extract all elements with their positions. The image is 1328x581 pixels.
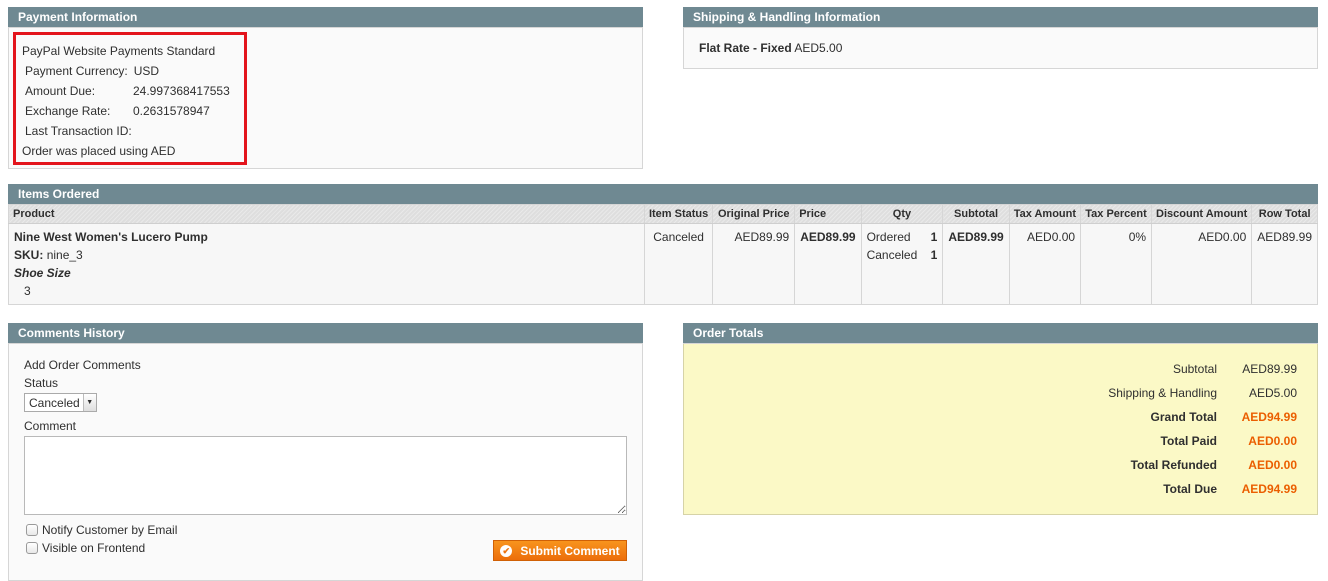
- visible-frontend-label[interactable]: Visible on Frontend: [42, 539, 145, 557]
- amount-due-label: Amount Due:: [25, 84, 96, 98]
- amount-due-value: 24.997368417553: [133, 84, 230, 98]
- col-tax-amount: Tax Amount: [1009, 205, 1082, 224]
- total-paid-label: Total Paid: [1160, 434, 1217, 448]
- shipping-method: Flat Rate - Fixed: [699, 41, 792, 55]
- payment-method: PayPal Website Payments Standard: [22, 44, 216, 58]
- payment-currency-row: Payment Currency: USD: [22, 61, 244, 81]
- qty-canceled: Canceled 1: [867, 246, 938, 264]
- payment-currency-label: Payment Currency:: [25, 64, 128, 78]
- total-due-value: AED94.99: [1241, 482, 1297, 496]
- exchange-rate-label: Exchange Rate:: [25, 104, 111, 118]
- submit-comment-button[interactable]: ✔ Submit Comment: [493, 540, 627, 561]
- comments-history-body: Add Order Comments Status Canceled ▼ Com…: [8, 344, 643, 581]
- submit-comment-label: Submit Comment: [520, 543, 620, 558]
- grand-total-value: AED94.99: [1241, 410, 1297, 424]
- row-total: AED89.99: [1257, 229, 1312, 244]
- payment-currency-value: USD: [133, 64, 160, 78]
- discount-amount: AED0.00: [1151, 223, 1253, 304]
- col-price: Price: [794, 205, 862, 224]
- checkmark-icon: ✔: [500, 544, 513, 557]
- totals-row-grand-total: Grand Total AED94.99: [684, 405, 1317, 429]
- col-subtotal: Subtotal: [942, 205, 1010, 224]
- comments-history-title: Comments History: [8, 323, 643, 344]
- original-price: AED89.99: [712, 223, 796, 304]
- qty-ordered-value: 1: [930, 229, 938, 244]
- order-totals-body: Subtotal AED89.99 Shipping & Handling AE…: [683, 344, 1318, 515]
- exchange-rate-value: 0.2631578947: [133, 104, 210, 118]
- totals-row-shipping: Shipping & Handling AED5.00: [684, 381, 1317, 405]
- total-refunded-label: Total Refunded: [1130, 458, 1217, 472]
- total-refunded-value: AED0.00: [1248, 458, 1297, 472]
- items-table-header: Product Item Status Original Price Price…: [8, 205, 1318, 224]
- shipping-information-title: Shipping & Handling Information: [683, 7, 1318, 28]
- subtotal: AED89.99: [942, 223, 1010, 304]
- qty-cell: Ordered 1 Canceled 1: [861, 223, 944, 304]
- payment-highlight-box: PayPal Website Payments Standard Payment…: [13, 32, 247, 165]
- grand-total-label: Grand Total: [1150, 410, 1217, 424]
- col-original-price: Original Price: [712, 205, 796, 224]
- shipping-value: AED5.00: [1248, 386, 1297, 400]
- total-paid-value: AED0.00: [1248, 434, 1297, 448]
- items-table: Product Item Status Original Price Price…: [8, 205, 1318, 305]
- comment-textarea[interactable]: [24, 436, 627, 515]
- product-name: Nine West Women's Lucero Pump: [14, 229, 208, 244]
- option-label: Shoe Size: [14, 265, 71, 280]
- payment-information-body: PayPal Website Payments Standard Payment…: [8, 28, 643, 169]
- status-label: Status: [24, 376, 59, 390]
- totals-row-subtotal: Subtotal AED89.99: [684, 357, 1317, 381]
- last-transaction-label: Last Transaction ID:: [25, 124, 132, 138]
- totals-row-total-paid: Total Paid AED0.00: [684, 429, 1317, 453]
- tax-percent: 0%: [1080, 223, 1153, 304]
- table-row: Nine West Women's Lucero Pump SKU: nine_…: [8, 223, 1318, 304]
- qty-ordered-label: Ordered: [866, 229, 911, 244]
- amount-due-row: Amount Due: 24.997368417553: [22, 81, 244, 101]
- status-select[interactable]: Canceled ▼: [24, 393, 97, 412]
- product-sku: SKU: nine_3: [14, 246, 639, 264]
- notify-customer-label[interactable]: Notify Customer by Email: [42, 521, 177, 539]
- sku-label: SKU:: [14, 247, 44, 262]
- col-tax-percent: Tax Percent: [1080, 205, 1153, 224]
- option-value: 3: [24, 283, 31, 298]
- total-due-label: Total Due: [1163, 482, 1217, 496]
- sku-value: nine_3: [46, 247, 83, 262]
- status-select-value: Canceled: [29, 395, 80, 410]
- order-currency-note: Order was placed using AED: [22, 144, 176, 158]
- product-cell: Nine West Women's Lucero Pump SKU: nine_…: [8, 223, 645, 304]
- subtotal-label: Subtotal: [1172, 362, 1217, 376]
- add-order-comments-label: Add Order Comments: [24, 358, 141, 372]
- last-transaction-row: Last Transaction ID:: [22, 121, 244, 141]
- price: AED89.99: [794, 223, 862, 304]
- item-status: Canceled: [644, 223, 714, 304]
- payment-information-panel: Payment Information PayPal Website Payme…: [8, 7, 643, 169]
- shipping-amount: AED5.00: [794, 41, 843, 55]
- tax-amount: AED0.00: [1009, 223, 1082, 304]
- col-discount-amount: Discount Amount: [1151, 205, 1253, 224]
- qty-ordered: Ordered 1: [867, 228, 938, 246]
- shipping-label: Shipping & Handling: [1108, 386, 1217, 400]
- col-item-status: Item Status: [644, 205, 714, 224]
- col-qty: Qty: [861, 205, 944, 224]
- subtotal-value: AED89.99: [1242, 362, 1297, 376]
- comments-history-panel: Comments History Add Order Comments Stat…: [8, 323, 643, 581]
- visible-frontend-checkbox[interactable]: [26, 542, 38, 554]
- qty-canceled-label: Canceled: [866, 247, 918, 262]
- comment-label: Comment: [24, 419, 77, 433]
- items-ordered-panel: Items Ordered Product Item Status Origin…: [8, 184, 1318, 305]
- order-totals-panel: Order Totals Subtotal AED89.99 Shipping …: [683, 323, 1318, 515]
- chevron-down-icon: ▼: [82, 394, 96, 411]
- totals-row-total-refunded: Total Refunded AED0.00: [684, 453, 1317, 477]
- qty-canceled-value: 1: [930, 247, 938, 262]
- col-product: Product: [8, 205, 645, 224]
- payment-information-title: Payment Information: [8, 7, 643, 28]
- items-ordered-title: Items Ordered: [8, 184, 1318, 205]
- notify-customer-checkbox[interactable]: [26, 524, 38, 536]
- shipping-information-panel: Shipping & Handling Information Flat Rat…: [683, 7, 1318, 69]
- order-totals-title: Order Totals: [683, 323, 1318, 344]
- exchange-rate-row: Exchange Rate: 0.2631578947: [22, 101, 244, 121]
- notify-customer-option[interactable]: Notify Customer by Email: [24, 521, 627, 539]
- col-row-total: Row Total: [1251, 205, 1318, 224]
- totals-row-total-due: Total Due AED94.99: [684, 477, 1317, 501]
- shipping-information-body: Flat Rate - Fixed AED5.00: [683, 28, 1318, 69]
